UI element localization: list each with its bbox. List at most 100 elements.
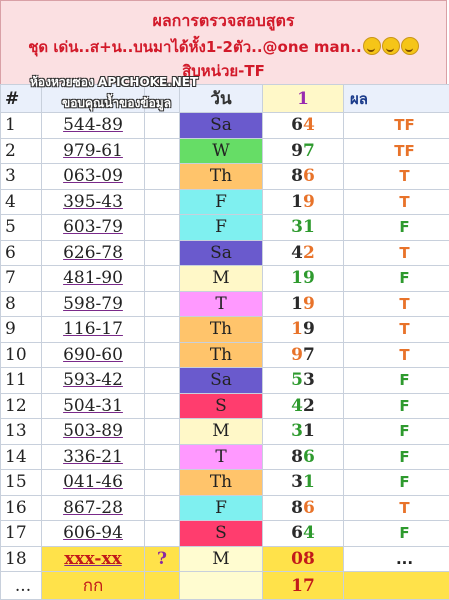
row-day: Sa bbox=[180, 113, 263, 139]
grin-emoji-icon bbox=[382, 37, 400, 55]
row-result: F bbox=[344, 368, 449, 394]
row-lottery-number: 979-61 bbox=[42, 138, 145, 164]
row-digits: 19 bbox=[263, 189, 344, 215]
digit-units: 6 bbox=[303, 447, 315, 467]
row-digits: 08 bbox=[263, 546, 344, 572]
table-row: 7481-90M19F bbox=[1, 266, 449, 292]
row-lottery-number: 041-46 bbox=[42, 470, 145, 496]
row-spacer bbox=[145, 240, 180, 266]
digit-tens: 4 bbox=[291, 243, 303, 263]
row-result: T bbox=[344, 240, 449, 266]
row-number: 13 bbox=[1, 419, 42, 445]
row-digits: 86 bbox=[263, 495, 344, 521]
row-day: M bbox=[180, 546, 263, 572]
table-row: 16867-28F86T bbox=[1, 495, 449, 521]
digit-units: 1 bbox=[303, 472, 315, 492]
row-digits: 31 bbox=[263, 419, 344, 445]
digit-tens: 5 bbox=[291, 370, 303, 390]
row-lottery-number: 116-17 bbox=[42, 317, 145, 343]
digit-tens: 1 bbox=[291, 268, 303, 288]
row-lottery-number: xxx-xx bbox=[42, 546, 145, 572]
row-spacer bbox=[145, 368, 180, 394]
pending-row: 18xxx-xx?M08... bbox=[1, 546, 449, 572]
row-number: 12 bbox=[1, 393, 42, 419]
table-row: 1544-89Sa64TF bbox=[1, 113, 449, 139]
row-number: 4 bbox=[1, 189, 42, 215]
table-row: 15041-46Th31F bbox=[1, 470, 449, 496]
row-spacer bbox=[145, 189, 180, 215]
row-spacer bbox=[145, 138, 180, 164]
row-number: 5 bbox=[1, 215, 42, 241]
digit-tens: 1 bbox=[291, 192, 303, 212]
table-row: 4395-43 F19T bbox=[1, 189, 449, 215]
digit-tens: 3 bbox=[291, 217, 303, 237]
grin-emoji-icon bbox=[363, 37, 381, 55]
row-day: F bbox=[180, 495, 263, 521]
row-result: T bbox=[344, 291, 449, 317]
watermark-site: ห้องหวยซอง APICHOKE.NET bbox=[30, 73, 198, 92]
digit-units: 9 bbox=[303, 294, 315, 314]
row-number: 17 bbox=[1, 521, 42, 547]
row-day: F bbox=[180, 189, 263, 215]
digit-tens: 1 bbox=[291, 294, 303, 314]
row-day: W bbox=[180, 138, 263, 164]
table-row: 13503-89M31F bbox=[1, 419, 449, 445]
row-lottery-number: 481-90 bbox=[42, 266, 145, 292]
row-digits: 86 bbox=[263, 164, 344, 190]
row-lottery-number: 690-60 bbox=[42, 342, 145, 368]
row-digits: 64 bbox=[263, 113, 344, 139]
row-result: F bbox=[344, 419, 449, 445]
row-spacer bbox=[145, 444, 180, 470]
row-day: Sa bbox=[180, 240, 263, 266]
digit-units: 6 bbox=[303, 166, 315, 186]
header-subtitle-text: ชุด เด่น..ส+น..บนมาได้หั้ง1-2ตัว..@one m… bbox=[28, 38, 362, 56]
digit-tens: 9 bbox=[291, 345, 303, 365]
digit-units: 4 bbox=[303, 115, 315, 135]
row-digits: 64 bbox=[263, 521, 344, 547]
digit-units: 1 bbox=[303, 217, 315, 237]
row-number: 16 bbox=[1, 495, 42, 521]
row-result: F bbox=[344, 521, 449, 547]
row-result: T bbox=[344, 495, 449, 521]
row-result: F bbox=[344, 266, 449, 292]
row-number: 11 bbox=[1, 368, 42, 394]
row-day: Th bbox=[180, 317, 263, 343]
digit-units: 3 bbox=[303, 370, 315, 390]
digit-tens: 8 bbox=[291, 498, 303, 518]
row-day: Th bbox=[180, 470, 263, 496]
row-spacer bbox=[145, 393, 180, 419]
header-subtitle: ชุด เด่น..ส+น..บนมาได้หั้ง1-2ตัว..@one m… bbox=[1, 35, 446, 59]
table-row: 5603-79F31F bbox=[1, 215, 449, 241]
digit-units: 2 bbox=[303, 396, 315, 416]
row-unknown-mark: ? bbox=[145, 546, 180, 572]
row-spacer bbox=[145, 113, 180, 139]
digit-units: 7 bbox=[303, 141, 315, 161]
table-row: 11593-42Sa53F bbox=[1, 368, 449, 394]
row-spacer bbox=[145, 470, 180, 496]
row-result: F bbox=[344, 470, 449, 496]
digit-tens: 4 bbox=[291, 396, 303, 416]
row-result: ... bbox=[344, 546, 449, 572]
row-number: 8 bbox=[1, 291, 42, 317]
row-lottery-number: 063-09 bbox=[42, 164, 145, 190]
row-number: 6 bbox=[1, 240, 42, 266]
row-number: 18 bbox=[1, 546, 42, 572]
row-day: S bbox=[180, 521, 263, 547]
row-result: T bbox=[344, 317, 449, 343]
digit-tens: 1 bbox=[291, 319, 303, 339]
row-day: M bbox=[180, 419, 263, 445]
table-row: 10690-60Th97T bbox=[1, 342, 449, 368]
row-lottery-number: 395-43 bbox=[42, 189, 145, 215]
row-spacer bbox=[145, 266, 180, 292]
grin-emoji-icon bbox=[401, 37, 419, 55]
row-digits: 42 bbox=[263, 393, 344, 419]
row-day: Sa bbox=[180, 368, 263, 394]
row-result: F bbox=[344, 215, 449, 241]
row-digits: 19 bbox=[263, 317, 344, 343]
row-result: T bbox=[344, 189, 449, 215]
row-lottery-number: 606-94 bbox=[42, 521, 145, 547]
row-result: F bbox=[344, 444, 449, 470]
digit-units: 6 bbox=[303, 498, 315, 518]
digit-tens: 9 bbox=[291, 141, 303, 161]
row-number: 7 bbox=[1, 266, 42, 292]
